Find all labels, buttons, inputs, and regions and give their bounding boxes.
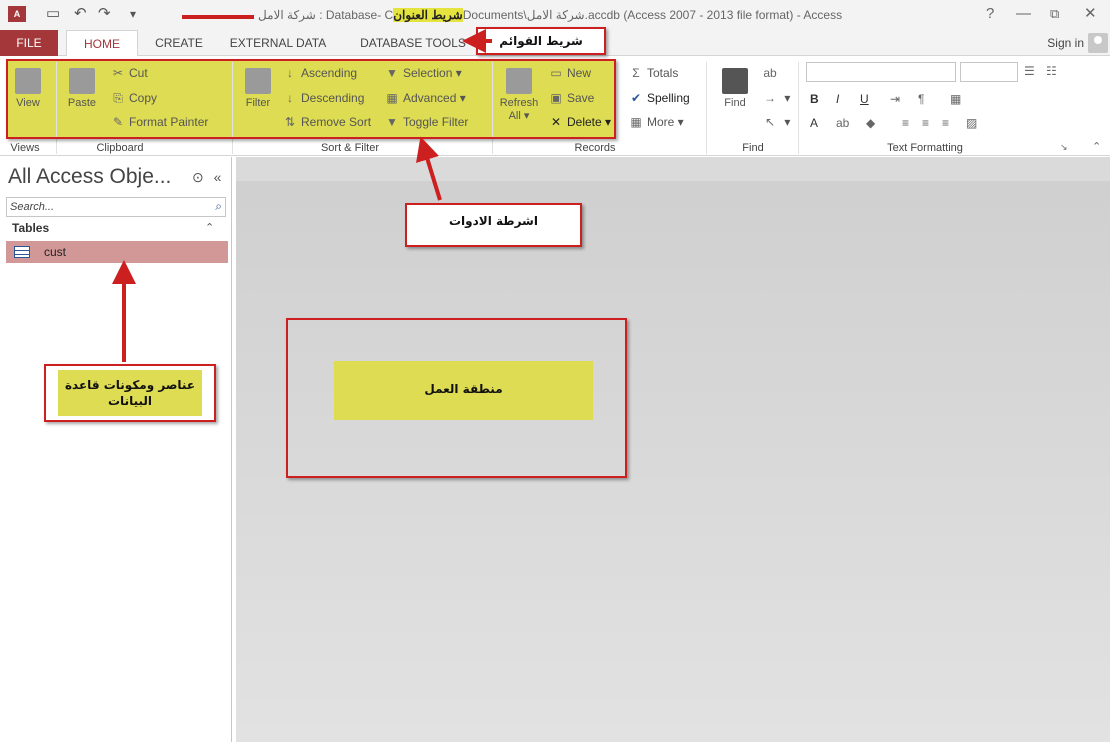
close-icon[interactable]: ✕ (1084, 6, 1097, 22)
minimize-icon[interactable]: — (1016, 6, 1031, 22)
select-cursor-icon: ↖ (764, 115, 776, 129)
tab-database-tools[interactable]: DATABASE TOOLS (350, 30, 476, 56)
help-icon[interactable]: ? (986, 6, 994, 22)
title-suffix: Documents\شركة الامل.accdb (Access 2007 … (462, 8, 843, 22)
highlight-color-icon[interactable]: ab (836, 116, 849, 130)
title-bar: A ▭ ↶ ↷ ▾ شركة الامل : Database- Cشريط ا… (0, 0, 1110, 30)
group-separator (798, 62, 799, 154)
search-icon[interactable]: ⌕ (215, 199, 222, 214)
tab-external-data[interactable]: EXTERNAL DATA (220, 30, 336, 56)
tables-section-header[interactable]: Tables (12, 221, 49, 235)
window-title: شركة الامل : Database- Cشريط العنوانDocu… (258, 8, 842, 22)
bold-button[interactable]: B (810, 92, 819, 106)
save-icon[interactable]: ▭ (46, 5, 60, 23)
more-table-icon: ▦ (630, 115, 642, 129)
totals-label: Totals (647, 66, 679, 80)
dialog-launcher-icon[interactable]: ↘ (1060, 142, 1068, 153)
gridlines-icon[interactable]: ▦ (950, 92, 961, 106)
go-to-button[interactable]: → ▾ (762, 91, 790, 105)
group-label-clipboard: Clipboard (96, 142, 144, 154)
group-label-text-formatting: Text Formatting (887, 142, 963, 154)
chevron-up-icon[interactable]: ⌃ (205, 221, 214, 234)
fill-color-icon[interactable]: ◆ (866, 116, 875, 130)
undo-icon[interactable]: ↶ (74, 5, 87, 23)
nav-item-cust[interactable]: cust (6, 241, 228, 263)
totals-button[interactable]: Σ Totals (628, 66, 678, 80)
nav-search-input[interactable] (7, 198, 203, 216)
collapse-ribbon-icon[interactable]: ⌃ (1092, 140, 1101, 153)
title-highlight: شريط العنوان (393, 8, 463, 22)
align-right-icon[interactable]: ≡ (942, 116, 949, 130)
select-button[interactable]: ↖ ▾ (762, 115, 790, 129)
underline-button[interactable]: U (860, 92, 869, 106)
replace-button[interactable]: ab (762, 66, 781, 80)
collapse-pane-icon[interactable]: « (214, 169, 222, 185)
italic-button[interactable]: I (836, 92, 839, 106)
nav-menu-icon[interactable]: ⊙ (192, 169, 204, 185)
group-separator (706, 62, 707, 154)
avatar[interactable] (1088, 33, 1108, 53)
sigma-icon: Σ (632, 66, 640, 80)
replace-icon: ab (763, 66, 777, 80)
spelling-label: Spelling (647, 91, 690, 105)
sign-in-link[interactable]: Sign in (1047, 36, 1084, 50)
tab-home[interactable]: HOME (66, 30, 138, 57)
nav-pane-title[interactable]: All Access Obje... (8, 165, 171, 189)
go-to-arrow-icon: → (764, 91, 776, 105)
annotation-db-line2: البيانات (108, 394, 152, 408)
table-icon (14, 246, 30, 258)
annotation-db-line1: عناصر ومكونات قاعدة (64, 378, 196, 392)
font-size-select[interactable] (960, 62, 1018, 82)
more-button[interactable]: ▦ More ▾ (628, 115, 683, 129)
paragraph-direction-icon[interactable]: ¶ (918, 92, 924, 106)
font-color-button[interactable]: A (810, 116, 818, 130)
find-button[interactable]: Find (716, 68, 754, 110)
font-name-select[interactable] (806, 62, 956, 82)
group-label-records: Records (574, 142, 616, 154)
align-left-icon[interactable]: ≡ (902, 116, 909, 130)
find-label: Find (724, 97, 746, 109)
annotation-toolbars: اشرطة الادوات (449, 214, 538, 228)
indent-icon[interactable]: ⇥ (890, 92, 900, 106)
annotation-db-components: عناصر ومكونات قاعدة البيانات (58, 377, 202, 409)
bullet-list-icon[interactable]: ☰ (1024, 64, 1035, 78)
align-center-icon[interactable]: ≡ (922, 116, 929, 130)
tab-create[interactable]: CREATE (146, 30, 212, 56)
nav-pane-controls: ⊙ « (192, 169, 221, 186)
title-prefix: شركة الامل : Database- C (258, 8, 394, 22)
tab-file[interactable]: FILE (0, 30, 58, 56)
binoculars-icon (722, 68, 748, 94)
group-label-views: Views (10, 142, 40, 154)
annotation-toolbars-box (6, 59, 616, 139)
document-tab-strip (236, 157, 1110, 181)
navigation-pane: All Access Obje... ⊙ « ⌕ Tables ⌃ cust (0, 157, 232, 742)
access-app-icon[interactable]: A (8, 6, 26, 22)
more-label: More (647, 115, 675, 129)
numbered-list-icon[interactable]: ☷ (1046, 64, 1057, 78)
redo-icon[interactable]: ↷ (98, 5, 111, 23)
nav-item-label: cust (44, 245, 67, 259)
customize-qat-icon[interactable]: ▾ (130, 5, 136, 23)
annotation-work-area: منطقة العمل (424, 382, 503, 396)
annotation-menu-bar: شريط القوائم (499, 34, 583, 48)
group-label-sort-filter: Sort & Filter (320, 142, 380, 154)
alternate-row-color-icon[interactable]: ▨ (966, 116, 977, 130)
nav-search-box: ⌕ (6, 197, 226, 217)
restore-icon[interactable]: ⧉ (1050, 6, 1059, 22)
spelling-check-icon: ✔ (630, 91, 642, 105)
group-label-find: Find (742, 142, 764, 154)
spelling-button[interactable]: ✔ Spelling (628, 91, 690, 105)
